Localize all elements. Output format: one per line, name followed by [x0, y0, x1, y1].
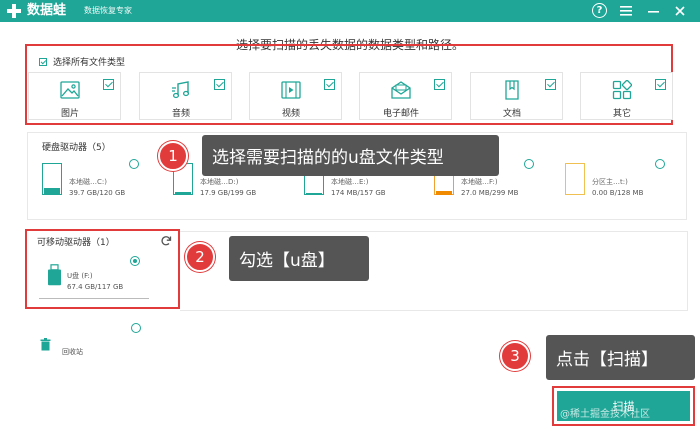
video-icon — [281, 81, 301, 99]
drive-size: 27.0 MB/299 MB — [461, 189, 519, 197]
drive-usage-bar — [436, 191, 452, 195]
select-all-checkbox[interactable]: 选择所有文件类型 — [39, 55, 125, 68]
type-label: 音频 — [171, 109, 190, 119]
type-card-email[interactable]: 电子邮件 — [359, 72, 452, 120]
removable-title: 可移动驱动器（1） — [37, 238, 115, 248]
callout-3: 点击【扫描】 — [546, 335, 695, 380]
drive-usage-bar — [306, 193, 322, 195]
email-icon — [391, 81, 411, 99]
callout-text: 点击【扫描】 — [556, 350, 658, 370]
drive-name: 本地磁…D:) — [200, 178, 239, 186]
file-types-panel: 选择所有文件类型 图片 音频 视频 电子邮件 文档 其它 — [25, 44, 673, 125]
drive-name: 本地磁…C:) — [69, 178, 107, 186]
check-icon — [39, 57, 47, 66]
drive-name: 本地磁…E:) — [331, 178, 369, 186]
type-card-other[interactable]: 其它 — [580, 72, 673, 120]
drive-name: 本地磁…F:) — [461, 178, 498, 186]
drive-icon — [565, 163, 585, 195]
callout-1: 选择需要扫描的的u盘文件类型 — [202, 135, 499, 176]
other-icon — [612, 80, 632, 100]
callout-text: 选择需要扫描的的u盘文件类型 — [212, 148, 444, 168]
title-bar: 数据蛙 数据恢复专家 ? — [0, 0, 700, 22]
usb-radio[interactable] — [130, 256, 140, 266]
app-subtitle: 数据恢复专家 — [84, 6, 132, 15]
document-icon — [505, 80, 519, 100]
type-card-document[interactable]: 文档 — [470, 72, 563, 120]
drive-size: 174 MB/157 GB — [331, 189, 386, 197]
callout-number-3: 3 — [500, 341, 530, 371]
type-checkbox[interactable] — [324, 79, 335, 90]
image-icon — [60, 81, 80, 99]
usb-drive-icon[interactable] — [47, 264, 62, 286]
hard-drives-title: 硬盘驱动器（5） — [42, 143, 111, 153]
help-icon[interactable]: ? — [592, 3, 607, 18]
removable-drives-panel: 可移动驱动器（1） U盘 (F:) 67.4 GB/117 GB — [25, 229, 180, 309]
usb-drive-name: U盘 (F:) — [67, 272, 93, 280]
refresh-icon[interactable] — [160, 235, 172, 247]
usb-drive-size: 67.4 GB/117 GB — [67, 283, 124, 291]
usb-usage-line — [39, 298, 149, 299]
watermark: @稀土掘金技术社区 — [560, 409, 650, 420]
trash-icon[interactable] — [40, 338, 51, 351]
drive-size: 0.00 B/128 MB — [592, 189, 644, 197]
type-checkbox[interactable] — [545, 79, 556, 90]
type-label: 其它 — [612, 109, 631, 119]
drive-usage-bar — [44, 188, 60, 194]
drive-size: 39.7 GB/120 GB — [69, 189, 126, 197]
app-logo-icon — [7, 4, 21, 18]
recycle-bin-label: 回收站 — [62, 348, 83, 356]
type-checkbox[interactable] — [655, 79, 666, 90]
type-label: 视频 — [281, 109, 300, 119]
type-card-audio[interactable]: 音频 — [139, 72, 232, 120]
drive-usage-bar — [175, 192, 191, 195]
recycle-bin-radio[interactable] — [131, 323, 141, 333]
type-checkbox[interactable] — [103, 79, 114, 90]
minimize-icon[interactable] — [645, 3, 661, 19]
type-label: 文档 — [502, 109, 521, 119]
callout-2: 勾选【u盘】 — [229, 236, 369, 281]
type-card-image[interactable]: 图片 — [28, 72, 121, 120]
app-title: 数据蛙 — [27, 3, 67, 18]
drive-partition[interactable]: 分区主…t:) 0.00 B/128 MB — [565, 163, 680, 199]
callout-number-2: 2 — [185, 242, 215, 272]
type-checkbox[interactable] — [434, 79, 445, 90]
type-card-video[interactable]: 视频 — [249, 72, 342, 120]
drive-icon — [42, 163, 62, 195]
callout-number-1: 1 — [158, 141, 188, 171]
callout-text: 勾选【u盘】 — [239, 251, 335, 271]
drive-radio[interactable] — [655, 159, 665, 169]
drive-c[interactable]: 本地磁…C:) 39.7 GB/120 GB — [42, 163, 157, 199]
drive-radio[interactable] — [129, 159, 139, 169]
drive-name: 分区主…t:) — [592, 178, 628, 186]
menu-icon[interactable] — [618, 3, 634, 19]
type-label: 图片 — [60, 109, 79, 119]
close-icon[interactable] — [672, 3, 688, 19]
select-all-label: 选择所有文件类型 — [53, 58, 126, 68]
type-label: 电子邮件 — [382, 109, 419, 119]
type-checkbox[interactable] — [214, 79, 225, 90]
drive-size: 17.9 GB/199 GB — [200, 189, 257, 197]
music-icon — [172, 81, 190, 99]
